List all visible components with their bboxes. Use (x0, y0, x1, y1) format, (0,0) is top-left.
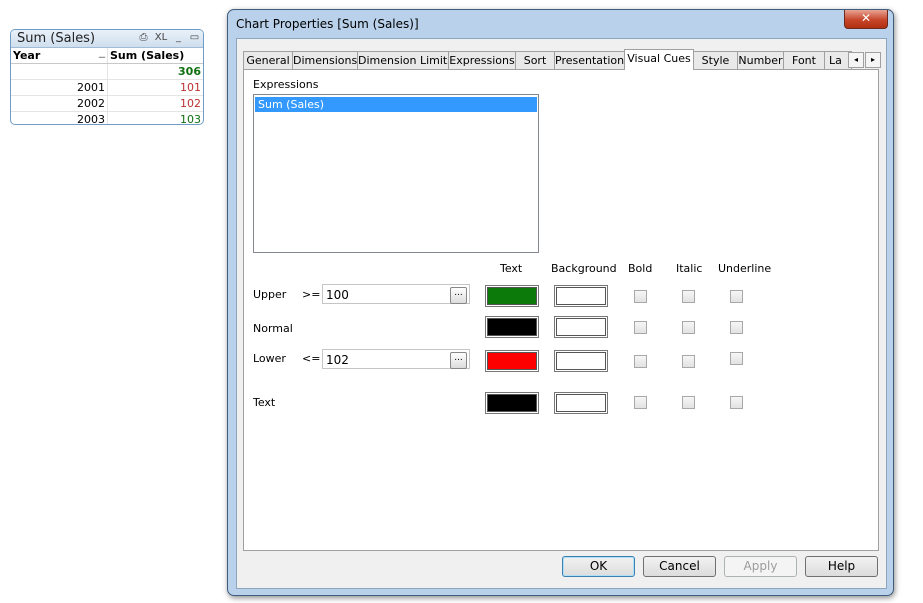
normal-underline-checkbox[interactable] (730, 321, 743, 334)
help-button[interactable]: Help (805, 556, 878, 577)
table-title: Sum (Sales) (17, 31, 96, 46)
text-italic-checkbox[interactable] (682, 396, 695, 409)
text-bold-checkbox[interactable] (634, 396, 647, 409)
expressions-label: Expressions (253, 78, 319, 91)
normal-label: Normal (253, 322, 293, 335)
tab-dimensions[interactable]: Dimensions (292, 51, 358, 69)
tab-sort[interactable]: Sort (515, 51, 555, 69)
lower-italic-checkbox[interactable] (682, 355, 695, 368)
text-label: Text (253, 396, 276, 409)
visual-cues-panel: Expressions Sum (Sales) Text Background … (243, 69, 879, 551)
sort-indicator-icon: ▁ (98, 49, 105, 58)
upper-italic-checkbox[interactable] (682, 290, 695, 303)
list-item[interactable]: Sum (Sales) (255, 97, 537, 112)
normal-text-color-swatch[interactable] (486, 317, 538, 337)
print-icon[interactable]: ⎙ (138, 32, 149, 43)
column-label-underline: Underline (718, 262, 772, 275)
tab-general[interactable]: General (243, 51, 293, 69)
lower-value-input[interactable]: 102 ... (322, 349, 470, 369)
xl-icon[interactable]: XL (154, 32, 168, 43)
value-cell: 102 (107, 95, 203, 112)
column-label-bold: Bold (628, 262, 653, 275)
upper-underline-checkbox[interactable] (730, 290, 743, 303)
column-header-year[interactable]: Year ▁ (11, 48, 108, 64)
text-text-color-swatch[interactable] (486, 393, 538, 413)
year-cell[interactable]: 2001 (11, 79, 108, 96)
lower-text-color-swatch[interactable] (486, 351, 538, 371)
column-header-sum-sales[interactable]: Sum (Sales) (107, 48, 203, 64)
apply-button[interactable]: Apply (724, 556, 797, 577)
value-cell: 101 (107, 79, 203, 96)
table-row[interactable]: 2002 102 (11, 95, 203, 112)
upper-background-color-swatch[interactable] (555, 286, 607, 306)
year-cell[interactable]: 2002 (11, 95, 108, 112)
upper-value-input[interactable]: 100 ... (322, 284, 470, 304)
lower-label: Lower (253, 352, 286, 365)
tab-strip: General Dimensions Dimension Limits Expr… (243, 49, 881, 70)
close-button[interactable]: ✕ (844, 10, 888, 29)
chart-properties-dialog[interactable]: Chart Properties [Sum (Sales)] ✕ General… (227, 9, 894, 596)
close-icon: ✕ (860, 11, 872, 25)
column-label-text: Text (500, 262, 523, 275)
normal-italic-checkbox[interactable] (682, 321, 695, 334)
dialog-client: General Dimensions Dimension Limits Expr… (236, 38, 887, 589)
cancel-button[interactable]: Cancel (643, 556, 716, 577)
lower-background-color-swatch[interactable] (555, 351, 607, 371)
total-row: 306 (11, 63, 203, 80)
sales-table-chart[interactable]: Sum (Sales) ⎙ XL _ ▭ Year ▁ Sum (Sales) 3… (10, 29, 204, 125)
tab-scroll-right-icon[interactable]: ▸ (865, 52, 881, 68)
upper-bold-checkbox[interactable] (634, 290, 647, 303)
expressions-list[interactable]: Sum (Sales) (253, 94, 539, 253)
tab-scroll-left-icon[interactable]: ◂ (848, 52, 864, 68)
maximize-icon[interactable]: ▭ (189, 32, 200, 43)
lower-expression-button[interactable]: ... (450, 352, 467, 369)
value-cell: 103 (107, 111, 203, 124)
lower-underline-checkbox[interactable] (730, 352, 743, 365)
tab-visual-cues[interactable]: Visual Cues (624, 49, 694, 70)
upper-operator: >= (302, 288, 321, 301)
upper-text-color-swatch[interactable] (486, 286, 538, 306)
text-underline-checkbox[interactable] (730, 396, 743, 409)
normal-bold-checkbox[interactable] (634, 321, 647, 334)
tab-expressions[interactable]: Expressions (448, 51, 516, 69)
minimize-icon[interactable]: _ (173, 32, 184, 43)
column-label-background: Background (551, 262, 617, 275)
dialog-title: Chart Properties [Sum (Sales)] (236, 17, 419, 31)
ok-button[interactable]: OK (562, 556, 635, 577)
table-row[interactable]: 2003 103 (11, 111, 203, 124)
table-caption[interactable]: Sum (Sales) ⎙ XL _ ▭ (11, 30, 203, 48)
dialog-titlebar[interactable]: Chart Properties [Sum (Sales)] ✕ (228, 10, 893, 36)
tab-font[interactable]: Font (783, 51, 825, 69)
lower-bold-checkbox[interactable] (634, 355, 647, 368)
tab-number[interactable]: Number (737, 51, 784, 69)
year-cell[interactable]: 2003 (11, 111, 108, 124)
upper-label: Upper (253, 288, 287, 301)
total-value: 306 (107, 63, 203, 80)
table-header-row: Year ▁ Sum (Sales) (11, 48, 203, 64)
normal-background-color-swatch[interactable] (555, 317, 607, 337)
column-label-italic: Italic (676, 262, 703, 275)
tab-presentation[interactable]: Presentation (554, 51, 625, 69)
tab-style[interactable]: Style (693, 51, 738, 69)
sales-table: Year ▁ Sum (Sales) 306 2001 101 2002 102 … (11, 48, 203, 124)
lower-operator: <= (302, 352, 321, 365)
text-background-color-swatch[interactable] (555, 393, 607, 413)
upper-expression-button[interactable]: ... (450, 287, 467, 304)
table-row[interactable]: 2001 101 (11, 79, 203, 96)
tab-scroll: ◂ ▸ (848, 52, 881, 68)
tab-dimension-limits[interactable]: Dimension Limits (357, 51, 449, 69)
